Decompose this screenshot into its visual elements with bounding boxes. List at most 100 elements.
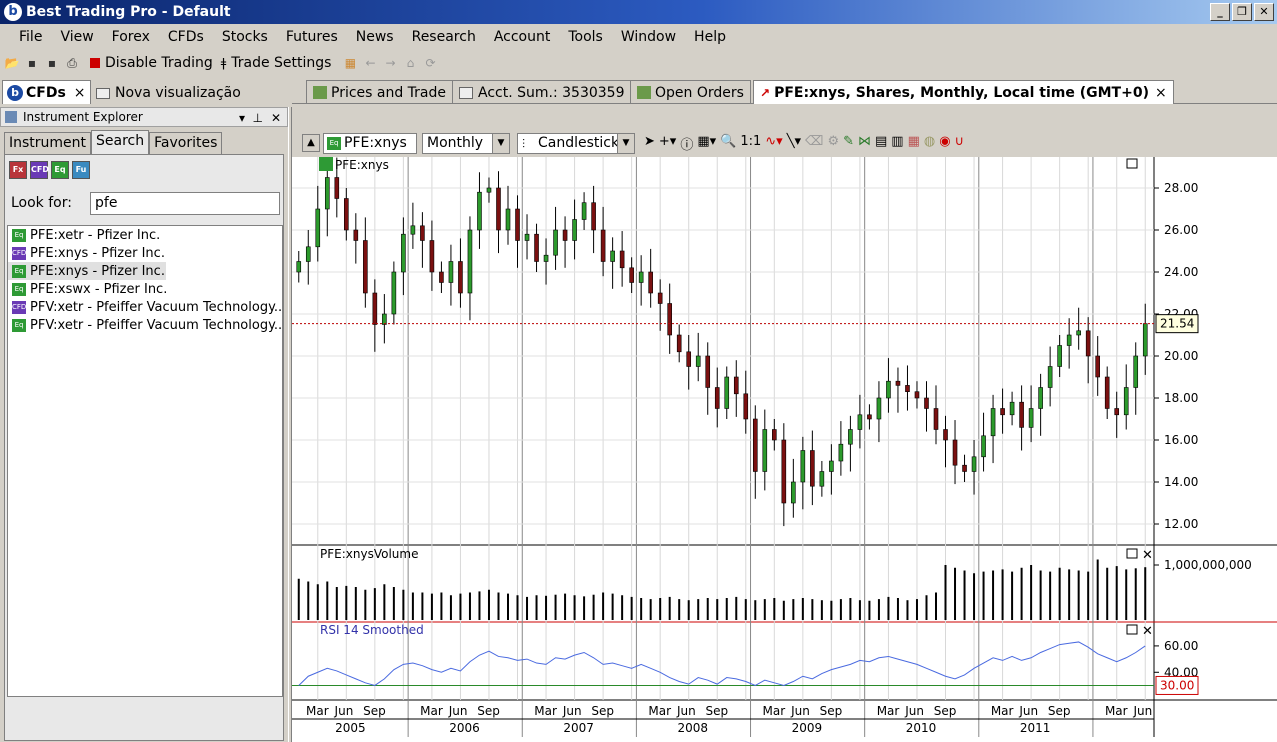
compare-icon[interactable]: ▥ — [891, 134, 903, 153]
menu-forex[interactable]: Forex — [103, 29, 159, 45]
eraser-icon[interactable]: ⌫ — [805, 134, 823, 153]
trade-settings-button[interactable]: ǂ Trade Settings — [221, 55, 332, 71]
workspace-tab-nova[interactable]: Nova visualização — [96, 82, 241, 104]
chart-type-select[interactable]: ⫶ Candlestick ▼ — [517, 133, 635, 154]
main-toolbar: 📂 ▪ ▪ ⎙ Disable Trading ǂ Trade Settings … — [0, 50, 1277, 76]
candle-body — [1123, 387, 1129, 416]
tab-favorites[interactable]: Favorites — [149, 132, 223, 154]
tab-pfe-chart[interactable]: ↗ PFE:xnys, Shares, Monthly, Local time … — [753, 80, 1174, 104]
candle-body — [838, 443, 844, 462]
orders-icon — [637, 86, 651, 99]
candle-body — [610, 250, 615, 262]
close-tab-icon[interactable]: × — [1155, 85, 1167, 101]
layout-icon[interactable]: ▦ — [908, 134, 920, 153]
filter-fu-icon[interactable]: Fu — [72, 161, 90, 179]
menu-news[interactable]: News — [347, 29, 403, 45]
candle-body — [676, 334, 682, 353]
close-icon[interactable]: ✕ — [271, 109, 281, 127]
filter-fx-icon[interactable]: Fx — [9, 161, 27, 179]
dropdown-icon[interactable]: ▾ — [239, 109, 245, 127]
tab-acct-sum[interactable]: Acct. Sum.: 3530359 — [452, 80, 632, 104]
menu-research[interactable]: Research — [403, 29, 485, 45]
pattern-icon[interactable]: ⋈ — [858, 134, 871, 153]
month-tick-label: Jun — [1132, 704, 1152, 718]
candle-body — [543, 254, 549, 262]
wave-icon[interactable]: ◍ — [924, 134, 935, 153]
candle-body — [990, 408, 996, 437]
instrument-selector[interactable]: Eq PFE:xnys — [323, 133, 417, 154]
period-select[interactable]: Monthly ▼ — [422, 133, 510, 154]
search-panel: Fx CFD Eq Fu Look for: pfe Eq PFE:xetr - … — [4, 154, 284, 741]
result-item[interactable]: Eq PFE:xetr - Pfizer Inc. — [8, 226, 282, 244]
candle-body — [752, 418, 758, 472]
line-icon[interactable]: ╲▾ — [787, 134, 801, 153]
tab-instrument[interactable]: Instrument — [4, 132, 92, 154]
maximize-button[interactable]: ❐ — [1232, 3, 1252, 21]
scroll-up-icon[interactable]: ▲ — [302, 134, 320, 152]
menu-futures[interactable]: Futures — [277, 29, 347, 45]
scale-icon[interactable]: 1:1 — [740, 134, 761, 153]
candle-body — [895, 380, 901, 386]
chart-canvas[interactable]: 28.0026.0024.0022.0020.0018.0016.0014.00… — [292, 157, 1277, 742]
price-tick-label: 24.00 — [1164, 265, 1198, 279]
refresh-icon[interactable]: ⟳ — [421, 54, 439, 72]
rsi-level-label: 30.00 — [1160, 678, 1194, 692]
result-item[interactable]: CFD PFV:xetr - Pfeiffer Vacuum Technology… — [8, 298, 282, 316]
cursor-icon[interactable]: ➤ — [644, 134, 655, 153]
search-input[interactable]: pfe — [90, 192, 280, 215]
open-folder-icon[interactable]: 📂 — [3, 54, 21, 72]
workspace-tab-label: CFDs — [26, 84, 66, 101]
filter-eq-icon[interactable]: Eq — [51, 161, 69, 179]
disable-trading-button[interactable]: Disable Trading — [90, 55, 213, 71]
result-item[interactable]: Eq PFE:xnys - Pfizer Inc. — [8, 262, 166, 280]
signal-icon[interactable]: ◉ — [939, 134, 950, 153]
candle-body — [800, 450, 806, 483]
menu-tools[interactable]: Tools — [559, 29, 612, 45]
close-tab-icon[interactable]: × — [74, 85, 86, 101]
menu-account[interactable]: Account — [485, 29, 560, 45]
tab-prices-and-trade[interactable]: Prices and Trade — [306, 80, 454, 104]
forward-arrow-icon[interactable]: → — [381, 54, 399, 72]
save-icon[interactable]: ▪ — [23, 54, 41, 72]
candle-body — [600, 229, 606, 262]
tab-search[interactable]: Search — [91, 130, 150, 154]
tab-open-orders[interactable]: Open Orders — [630, 80, 751, 104]
result-item[interactable]: Eq PFE:xswx - Pfizer Inc. — [8, 280, 282, 298]
indicator-icon[interactable]: ∿▾ — [765, 134, 782, 153]
close-button[interactable]: ✕ — [1254, 3, 1274, 21]
candle-body — [1028, 408, 1034, 428]
zoom-icon[interactable]: 🔍 — [720, 134, 736, 153]
grid-icon[interactable]: ▦▾ — [697, 134, 716, 153]
year-tick-label: 2011 — [1020, 721, 1051, 735]
menu-help[interactable]: Help — [685, 29, 735, 45]
workspace-tab-cfds[interactable]: b CFDs × — [2, 80, 91, 104]
candle-body — [724, 376, 730, 409]
menu-stocks[interactable]: Stocks — [213, 29, 277, 45]
draw-icon[interactable]: ✎ — [843, 134, 854, 153]
result-item[interactable]: CFD PFE:xnys - Pfizer Inc. — [8, 244, 282, 262]
template-icon[interactable]: ▤ — [875, 134, 887, 153]
pin-icon[interactable]: ⊥ — [253, 109, 263, 127]
menu-view[interactable]: View — [51, 29, 102, 45]
save-all-icon[interactable]: ▪ — [43, 54, 61, 72]
filter-cfd-icon[interactable]: CFD — [30, 161, 49, 179]
layout-icon[interactable]: ▦ — [341, 54, 359, 72]
candle-body — [439, 271, 444, 283]
home-icon[interactable]: ⌂ — [401, 54, 419, 72]
crosshair-icon[interactable]: +▾ — [659, 134, 676, 153]
magnet-icon[interactable]: ∪ — [955, 134, 965, 153]
result-item[interactable]: Eq PFV:xetr - Pfeiffer Vacuum Technology.… — [8, 316, 282, 334]
menu-file[interactable]: File — [10, 29, 51, 45]
minimize-button[interactable]: _ — [1210, 3, 1230, 21]
candle-body — [743, 393, 749, 420]
price-tick-label: 12.00 — [1164, 517, 1198, 531]
menu-window[interactable]: Window — [612, 29, 685, 45]
menu-cfds[interactable]: CFDs — [159, 29, 213, 45]
print-icon[interactable]: ⎙ — [63, 54, 81, 72]
candle-body — [496, 187, 501, 231]
info-icon[interactable]: ⓘ — [680, 134, 693, 153]
month-tick-label: Mar — [534, 704, 557, 718]
tool-icon[interactable]: ⚙ — [827, 134, 839, 153]
candle-body — [629, 267, 634, 283]
back-arrow-icon[interactable]: ← — [361, 54, 379, 72]
